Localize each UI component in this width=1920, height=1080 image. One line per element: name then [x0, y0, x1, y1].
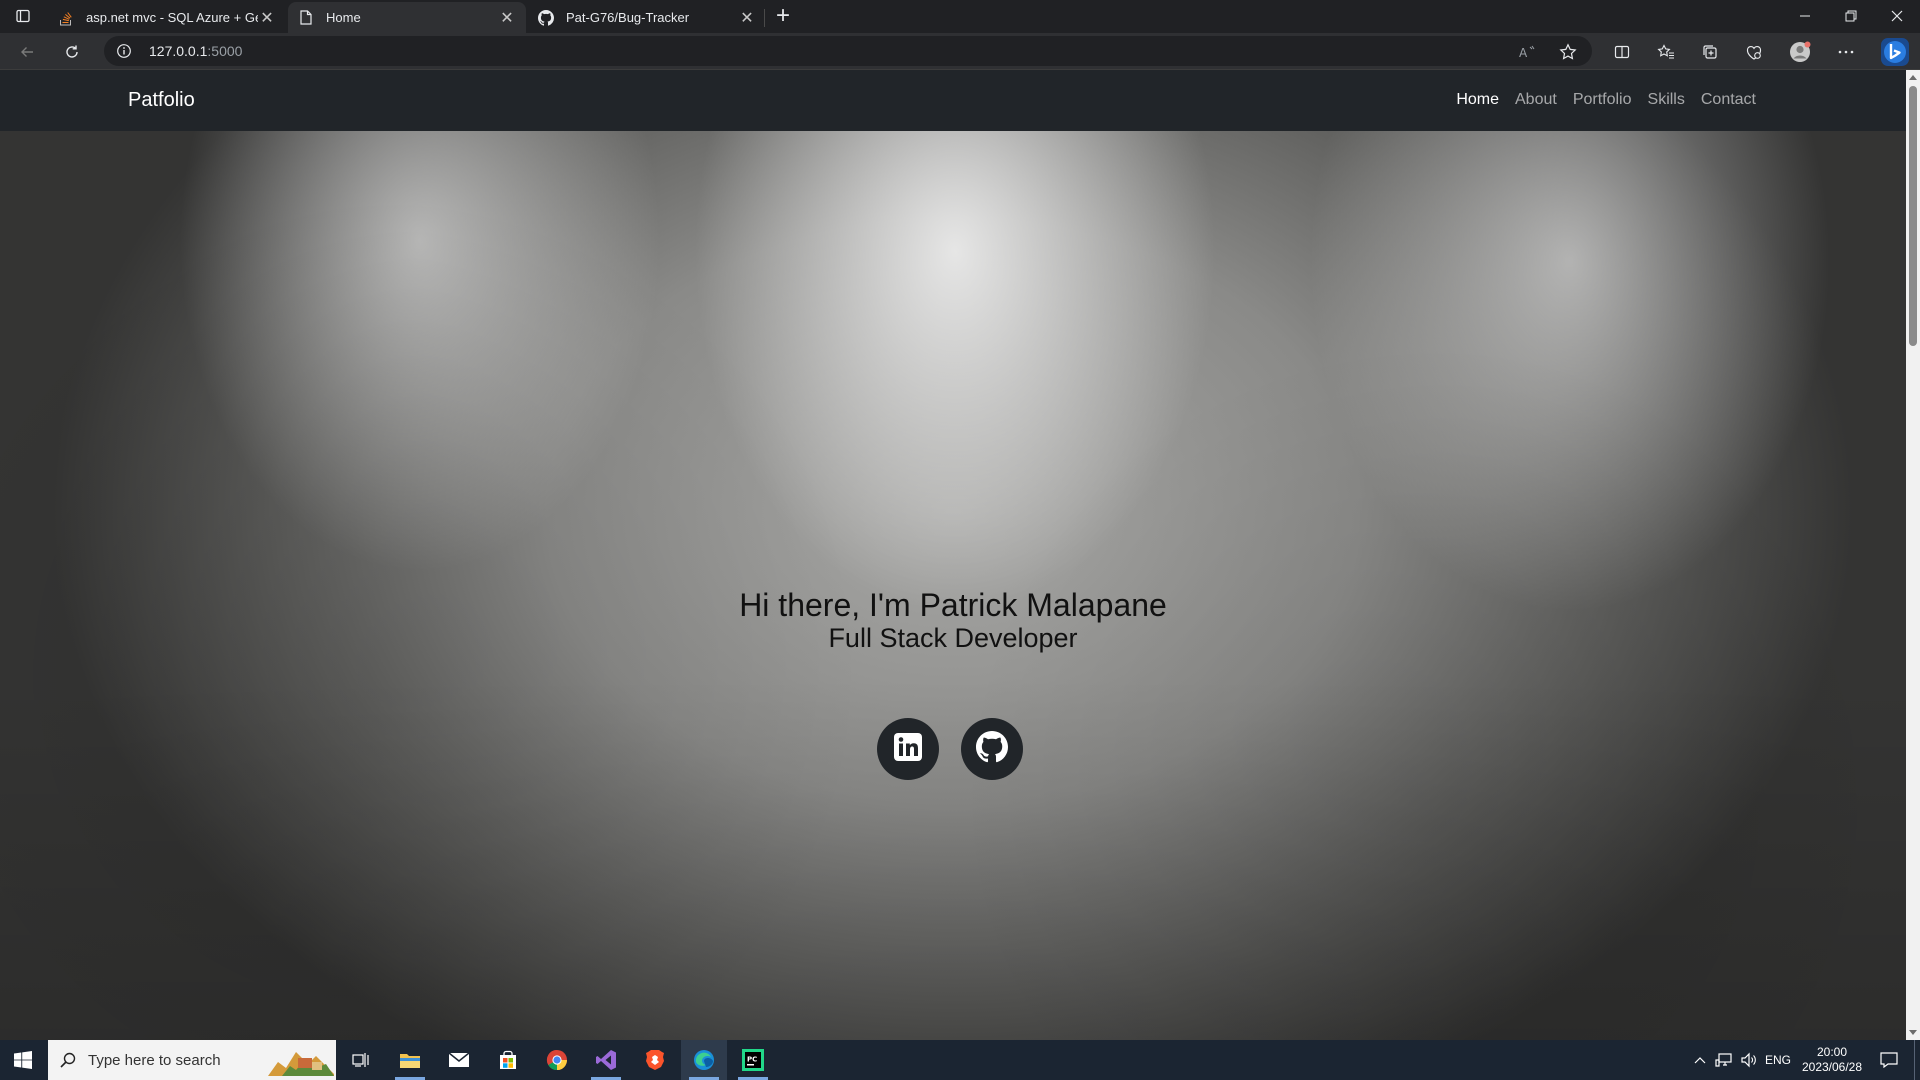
taskbar-search-box[interactable]: Type here to search [48, 1040, 336, 1080]
site-navbar: Patfolio Home About Portfolio Skills Con… [0, 70, 1906, 131]
task-view-icon[interactable] [338, 1040, 384, 1080]
visual-studio-icon[interactable] [583, 1040, 629, 1080]
tab-home[interactable]: Home ✕ [288, 2, 526, 33]
search-placeholder: Type here to search [88, 1051, 221, 1069]
search-highlight-icon [268, 1044, 334, 1076]
nav-links: Home About Portfolio Skills Contact [1456, 91, 1756, 109]
linkedin-button[interactable] [877, 718, 939, 780]
browser-toolbar: 127.0.0.1:5000 A [0, 33, 1920, 70]
file-explorer-icon[interactable] [387, 1040, 433, 1080]
taskbar-clock[interactable]: 20:00 2023/06/28 [1796, 1045, 1868, 1075]
stackoverflow-icon [58, 10, 74, 26]
bing-chat-icon[interactable] [1878, 35, 1912, 69]
new-tab-icon[interactable]: + [770, 2, 796, 29]
page-scrollbar[interactable] [1906, 70, 1920, 1040]
tab-title: asp.net mvc - SQL Azure + Getti [86, 10, 258, 25]
tab-github[interactable]: Pat-G76/Bug-Tracker ✕ [528, 2, 766, 33]
pycharm-icon[interactable]: PC [730, 1040, 776, 1080]
chrome-icon[interactable] [534, 1040, 580, 1080]
profile-avatar-icon[interactable] [1786, 38, 1814, 66]
nav-link-contact[interactable]: Contact [1701, 91, 1756, 109]
nav-link-about[interactable]: About [1515, 91, 1557, 109]
clock-date: 2023/06/28 [1801, 1060, 1863, 1074]
more-options-icon[interactable] [1832, 38, 1860, 66]
hero-subtitle: Full Stack Developer [828, 623, 1078, 653]
windows-taskbar: Type here to search PC ENG 20:00 2023/06… [0, 1040, 1920, 1080]
notifications-icon[interactable] [1872, 1040, 1906, 1080]
tab-strip: asp.net mvc - SQL Azure + Getti ✕ Home ✕… [0, 0, 1920, 33]
close-window-icon[interactable] [1874, 0, 1920, 32]
nav-link-skills[interactable]: Skills [1648, 91, 1685, 109]
close-tab-icon[interactable]: ✕ [498, 9, 516, 27]
windows-start-icon[interactable] [0, 1040, 46, 1080]
microsoft-store-icon[interactable] [485, 1040, 531, 1080]
hero-section: Hi there, I'm Patrick Malapane Full Stac… [0, 131, 1906, 1040]
nav-link-home[interactable]: Home [1456, 91, 1499, 109]
close-tab-icon[interactable]: ✕ [738, 9, 756, 27]
url-text: 127.0.0.1:5000 [149, 43, 242, 59]
restore-icon[interactable] [1828, 0, 1874, 32]
brand-logo-text[interactable]: Patfolio [128, 89, 195, 112]
network-icon[interactable] [1712, 1040, 1736, 1080]
show-hidden-icons-icon[interactable] [1689, 1040, 1711, 1080]
mail-icon[interactable] [436, 1040, 482, 1080]
page-icon [298, 10, 314, 26]
github-icon [976, 730, 1008, 768]
tab-separator [764, 9, 765, 27]
url-host: 127.0.0.1 [149, 43, 208, 59]
volume-icon[interactable] [1737, 1040, 1761, 1080]
favorites-icon[interactable] [1652, 38, 1680, 66]
brave-browser-icon[interactable] [632, 1040, 678, 1080]
tab-stackoverflow[interactable]: asp.net mvc - SQL Azure + Getti ✕ [48, 2, 286, 33]
browser-essentials-icon[interactable] [1740, 38, 1768, 66]
scroll-down-arrow-icon[interactable] [1906, 1026, 1920, 1040]
edge-browser-icon[interactable] [681, 1040, 727, 1080]
svg-text:A: A [1519, 46, 1528, 60]
search-icon [60, 1052, 76, 1073]
address-bar[interactable]: 127.0.0.1:5000 A [104, 36, 1592, 66]
social-links [0, 718, 1906, 780]
scroll-up-arrow-icon[interactable] [1906, 70, 1920, 84]
close-tab-icon[interactable]: ✕ [258, 9, 276, 27]
nav-link-portfolio[interactable]: Portfolio [1573, 91, 1632, 109]
refresh-icon[interactable] [58, 38, 86, 66]
read-aloud-icon[interactable]: A [1517, 41, 1539, 63]
show-desktop-button[interactable] [1914, 1040, 1920, 1080]
site-info-icon[interactable] [116, 43, 132, 64]
back-icon[interactable] [13, 38, 41, 66]
minimize-icon[interactable] [1782, 0, 1828, 32]
split-screen-icon[interactable] [1608, 38, 1636, 66]
tab-actions-icon[interactable] [10, 4, 36, 28]
svg-text:PC: PC [747, 1056, 757, 1064]
url-port: :5000 [207, 43, 243, 59]
tab-title: Pat-G76/Bug-Tracker [566, 10, 690, 25]
scrollbar-thumb[interactable] [1909, 86, 1917, 346]
clock-time: 20:00 [1816, 1045, 1848, 1059]
hero-title: Hi there, I'm Patrick Malapane [739, 587, 1167, 623]
github-button[interactable] [961, 718, 1023, 780]
input-language[interactable]: ENG [1762, 1040, 1794, 1080]
web-page: Patfolio Home About Portfolio Skills Con… [0, 70, 1906, 1040]
favorite-star-icon[interactable] [1557, 41, 1579, 63]
tab-title: Home [326, 10, 361, 25]
linkedin-icon [893, 732, 923, 767]
github-icon [538, 9, 554, 26]
collections-icon[interactable] [1696, 38, 1724, 66]
